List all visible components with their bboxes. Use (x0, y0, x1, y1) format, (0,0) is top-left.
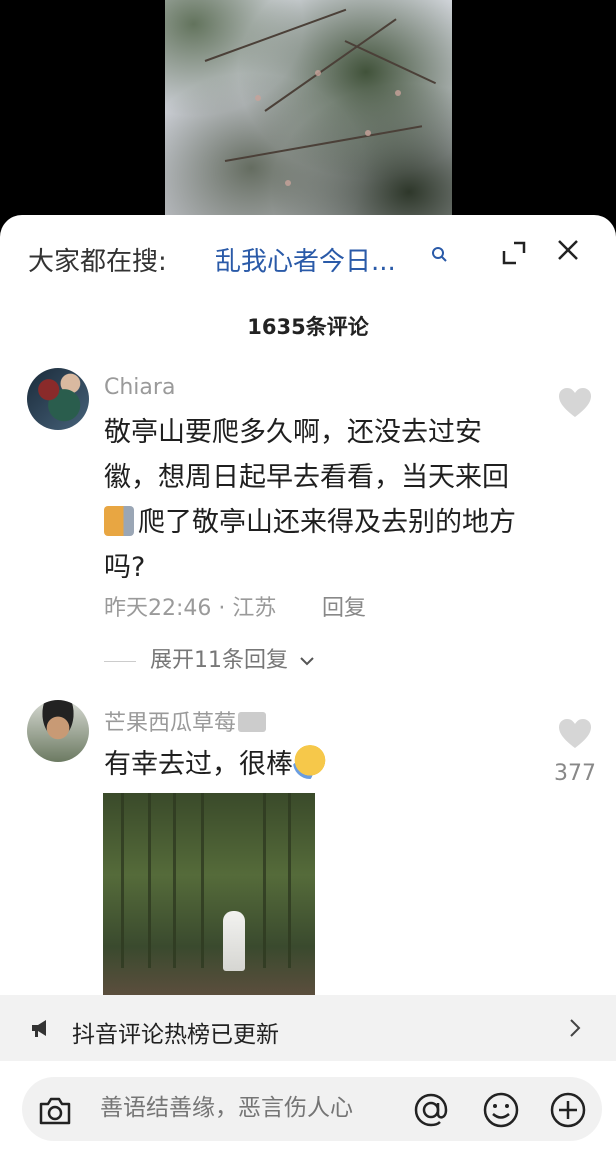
statue (223, 911, 245, 971)
hug-emoji-icon (293, 745, 327, 779)
comment-username-text: 芒果西瓜草莓 (104, 711, 237, 736)
blossom (395, 90, 401, 96)
reply-button[interactable]: 回复 (322, 590, 366, 622)
bamboo-stalk (288, 793, 291, 968)
comment-text-part: 有幸去过，很棒 (104, 749, 293, 780)
blossom (255, 95, 261, 101)
hot-list-banner[interactable]: 抖音评论热榜已更新 (0, 995, 616, 1061)
comment-username[interactable]: Chiara (104, 375, 175, 400)
bamboo-stalk (173, 793, 176, 968)
megaphone-icon (32, 1020, 46, 1037)
bamboo-stalk (201, 793, 204, 968)
bamboo-stalk (121, 793, 124, 968)
video-frame[interactable] (165, 0, 452, 240)
comment-text: 敬亭山要爬多久啊，还没去过安徽，想周日起早去看看，当天来回爬了敬亭山还来得及去别… (104, 410, 524, 590)
comment-username[interactable]: 芒果西瓜草莓 (104, 705, 267, 737)
comments-sheet: 大家都在搜: 乱我心者今日... 1635条评论 Chiara 敬亭山要爬多久啊… (0, 215, 616, 1159)
camera-icon (238, 712, 267, 732)
emoji-icon[interactable] (480, 1089, 522, 1131)
comment-input[interactable] (100, 1094, 400, 1121)
tree-branch (344, 40, 437, 85)
camera-icon[interactable] (35, 1091, 75, 1131)
search-icon[interactable] (430, 245, 448, 263)
comment-text-part: 敬亭山要爬多久啊，还没去过安徽，想周日起早去看看，当天来回 (104, 417, 509, 493)
tree-branch (204, 8, 347, 62)
comment-text-part: 爬了敬亭山还来得及去别的地方吗? (104, 507, 516, 583)
avatar[interactable] (27, 700, 89, 762)
blossom (365, 130, 371, 136)
like-heart-icon[interactable] (557, 387, 593, 419)
search-prefix: 大家都在搜: (28, 247, 167, 277)
cat-emoji-icon (104, 506, 134, 536)
hot-list-text: 抖音评论热榜已更新 (72, 1022, 279, 1048)
plus-icon[interactable] (547, 1089, 589, 1131)
expand-replies-button[interactable]: 展开11条回复 (104, 642, 315, 674)
bamboo-stalk (263, 793, 266, 968)
comment-input-area (0, 1061, 616, 1159)
search-suggestion-bar[interactable]: 大家都在搜: 乱我心者今日... (0, 215, 616, 301)
comment-meta: 昨天22:46 · 江苏 (104, 596, 277, 621)
bamboo-stalk (148, 793, 151, 968)
at-mention-icon[interactable] (410, 1089, 452, 1131)
comment-count-title: 1635条评论 (247, 315, 369, 339)
close-icon[interactable] (555, 237, 581, 263)
chevron-right-icon (570, 1019, 581, 1037)
divider-line (104, 660, 136, 662)
avatar[interactable] (27, 368, 89, 430)
blossom (315, 70, 321, 76)
expand-icon[interactable] (500, 239, 528, 267)
expand-replies-label: 展开11条回复 (150, 648, 288, 673)
video-background[interactable] (0, 0, 616, 240)
blossom (285, 180, 291, 186)
chevron-down-icon (300, 657, 314, 666)
comment-photo[interactable] (103, 793, 315, 998)
like-count: 377 (554, 761, 596, 786)
comment-text: 有幸去过，很棒 (104, 742, 524, 787)
search-suggestion-link[interactable]: 乱我心者今日... (215, 241, 396, 278)
like-heart-icon[interactable] (557, 718, 593, 750)
tree-branch (224, 125, 423, 162)
